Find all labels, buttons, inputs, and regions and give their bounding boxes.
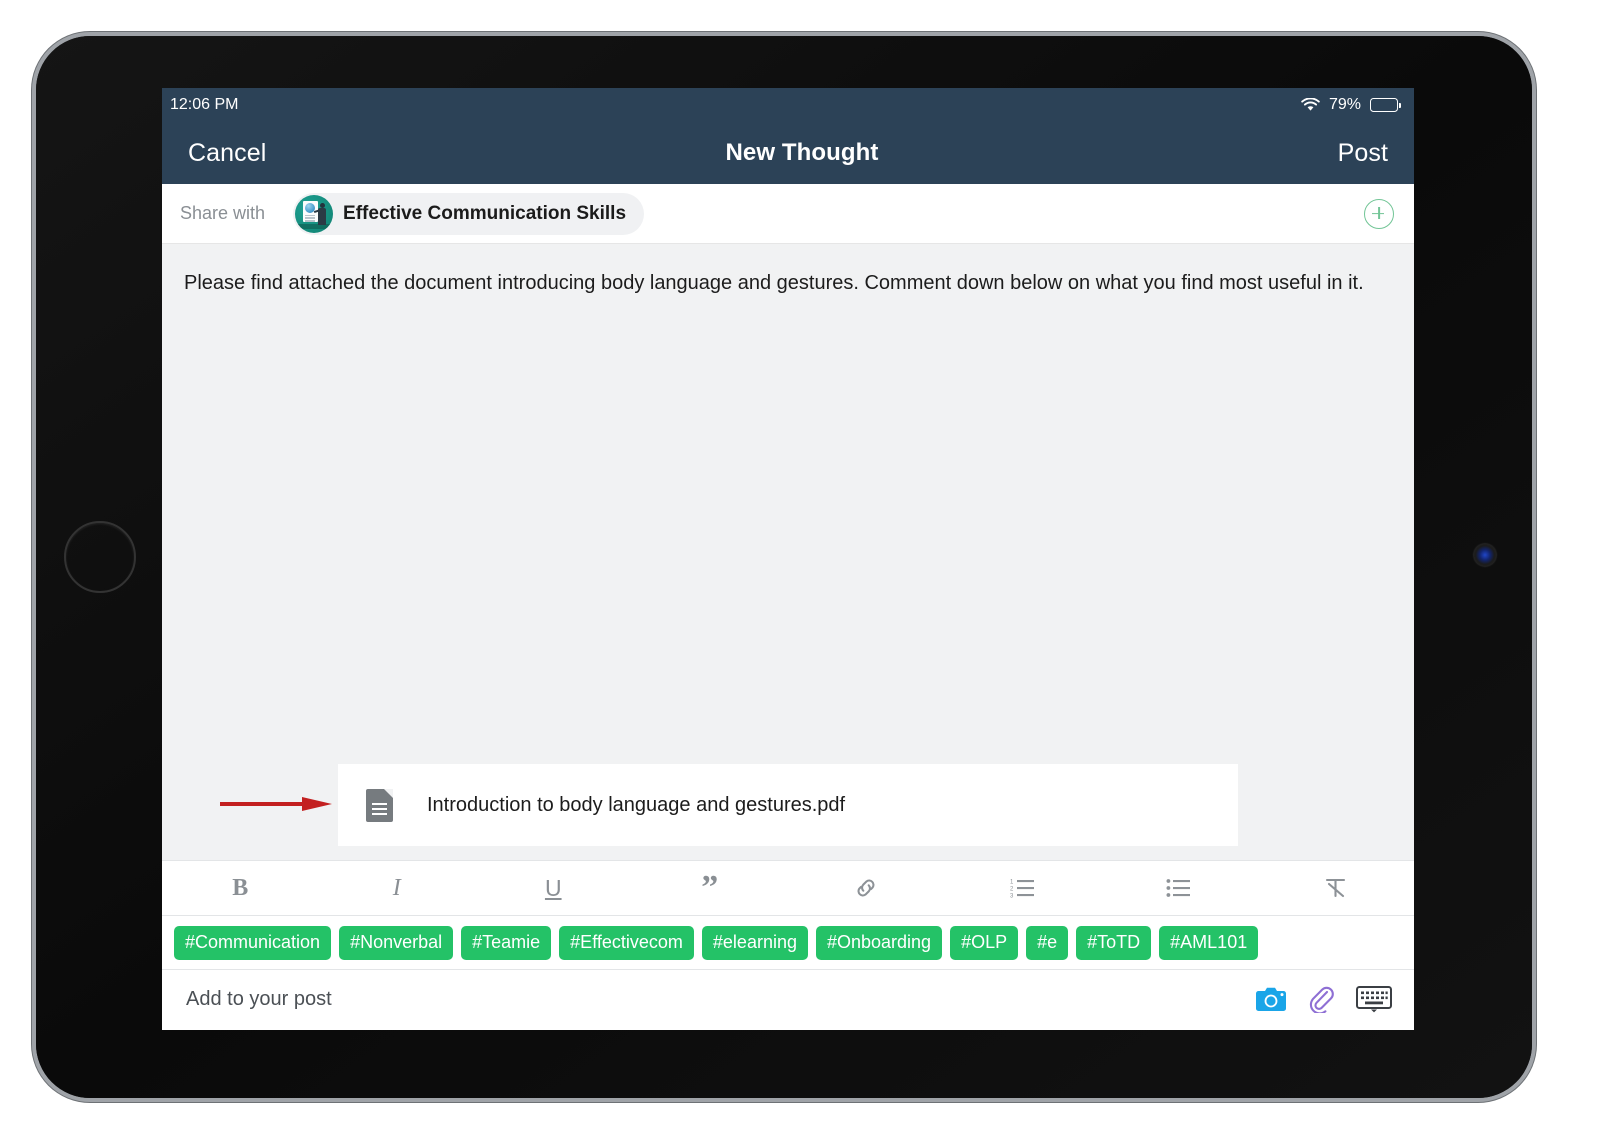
hashtag-chip[interactable]: #Communication	[174, 925, 332, 960]
share-target-chip[interactable]: Effective Communication Skills	[293, 192, 645, 235]
page-title: New Thought	[725, 139, 879, 166]
hashtag-chip[interactable]: #Teamie	[461, 925, 552, 960]
annotation-arrow-icon	[220, 797, 332, 811]
share-with-label: Share with	[180, 203, 266, 223]
bottom-action-bar: Add to your post	[162, 970, 1414, 1028]
post-button[interactable]: Post	[1338, 139, 1388, 168]
status-time: 12:06 PM	[170, 96, 239, 113]
post-editor[interactable]: Please find attached the document introd…	[162, 244, 1414, 860]
hashtag-chip[interactable]: #ToTD	[1076, 925, 1152, 960]
numbered-list-button[interactable]: 1 2 3	[945, 861, 1102, 915]
hashtag-chip[interactable]: #AML101	[1159, 925, 1259, 960]
attachment-card[interactable]: Introduction to body language and gestur…	[338, 764, 1238, 846]
clear-format-icon	[1325, 878, 1345, 898]
bottom-bar-actions	[1256, 985, 1392, 1013]
front-camera-icon	[1474, 544, 1496, 566]
unordered-list-icon	[1166, 879, 1191, 897]
bold-glyph: B	[232, 874, 249, 901]
paperclip-glyph	[1309, 986, 1334, 1013]
attachment-file-name: Introduction to body language and gestur…	[427, 793, 846, 816]
svg-text:1: 1	[1010, 880, 1014, 886]
cancel-button[interactable]: Cancel	[188, 139, 266, 168]
add-to-post-label[interactable]: Add to your post	[186, 988, 332, 1011]
app-screen: 12:06 PM 79% Cancel New Thought Post Sha…	[162, 88, 1414, 1030]
hashtag-chip[interactable]: #elearning	[701, 925, 808, 960]
ordered-list-icon: 1 2 3	[1010, 880, 1034, 900]
bullet-list-button[interactable]	[1101, 861, 1258, 915]
clear-formatting-button[interactable]	[1258, 861, 1415, 915]
quote-button[interactable]: ”	[632, 861, 789, 915]
underline-glyph: U	[544, 874, 562, 901]
underline-button[interactable]: U	[475, 861, 632, 915]
post-body-text[interactable]: Please find attached the document introd…	[184, 270, 1392, 297]
hashtag-chip[interactable]: #Nonverbal	[339, 925, 454, 960]
battery-percent-label: 79%	[1328, 96, 1361, 113]
italic-button[interactable]: I	[319, 861, 476, 915]
keyboard-glyph	[1356, 985, 1392, 1012]
bold-button[interactable]: B	[162, 861, 319, 915]
quote-glyph: ”	[701, 869, 719, 906]
plus-circle-icon[interactable]	[1364, 198, 1394, 229]
paperclip-icon[interactable]	[1308, 985, 1334, 1013]
italic-glyph: I	[392, 874, 401, 901]
share-with-row: Share with Effective Communication Skill…	[162, 184, 1414, 244]
group-avatar-presenter-icon	[295, 194, 334, 233]
camera-glyph	[1256, 987, 1286, 1011]
svg-text:2: 2	[1010, 887, 1014, 893]
svg-text:3: 3	[1010, 894, 1014, 900]
battery-icon	[1370, 98, 1401, 112]
hashtag-chip[interactable]: #Onboarding	[815, 925, 943, 960]
navigation-bar: Cancel New Thought Post	[162, 122, 1414, 184]
camera-icon[interactable]	[1256, 987, 1286, 1012]
link-button[interactable]	[788, 861, 945, 915]
hashtag-chip[interactable]: #OLP	[950, 925, 1019, 960]
link-icon	[857, 879, 875, 897]
wifi-icon	[1301, 98, 1320, 111]
hashtag-chip[interactable]: #e	[1026, 925, 1069, 960]
document-file-icon	[366, 788, 393, 822]
ipad-device-frame: 12:06 PM 79% Cancel New Thought Post Sha…	[32, 32, 1536, 1102]
format-toolbar: B I U ” 1 2 3	[162, 860, 1414, 916]
status-bar-left: 12:06 PM	[170, 96, 238, 114]
keyboard-icon[interactable]	[1356, 985, 1392, 1013]
status-bar: 12:06 PM 79%	[162, 88, 1414, 122]
hashtag-chip[interactable]: #Effectivecom	[559, 925, 694, 960]
status-bar-right: 79%	[1301, 96, 1401, 114]
hashtag-suggestions-row: #Communication #Nonverbal #Teamie #Effec…	[162, 916, 1414, 970]
share-target-name: Effective Communication Skills	[343, 202, 627, 224]
home-button[interactable]	[64, 521, 136, 593]
